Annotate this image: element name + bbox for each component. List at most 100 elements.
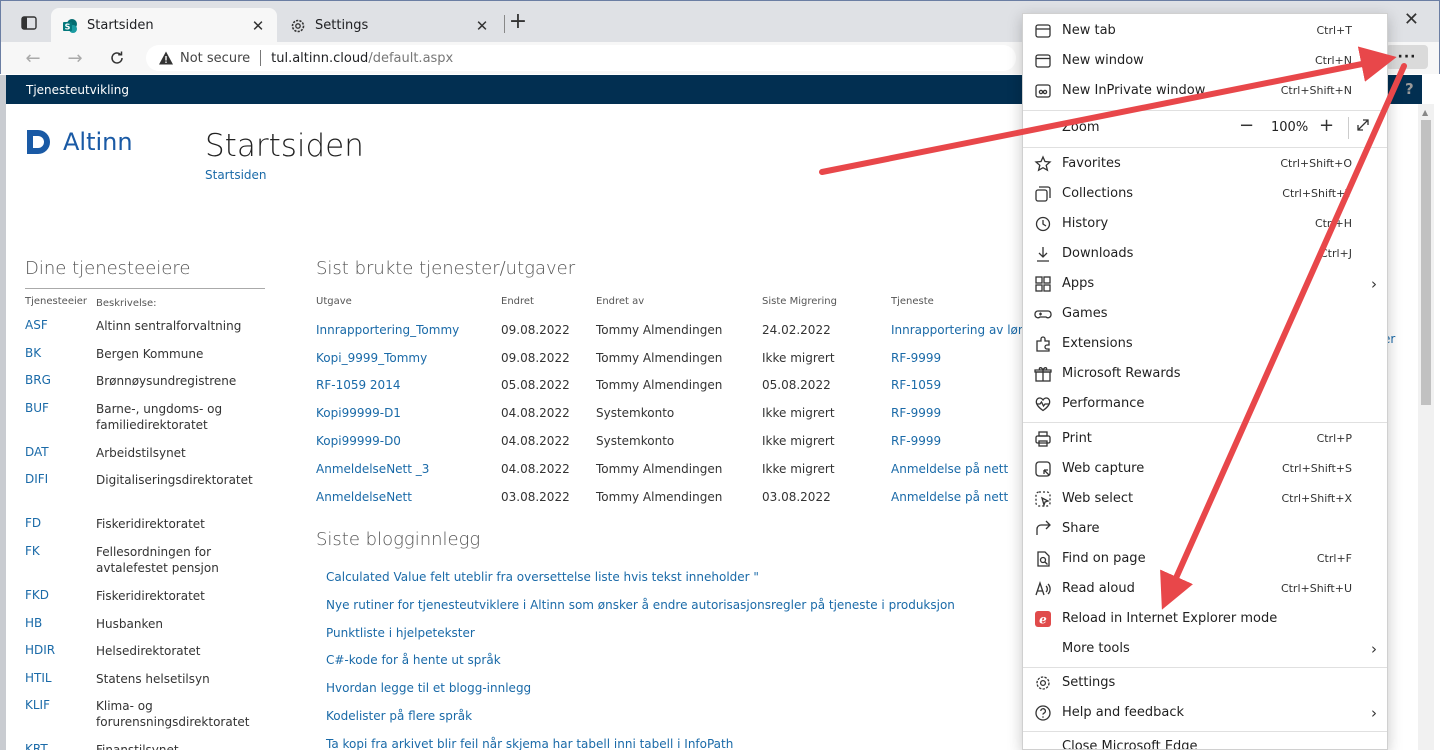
- menu-item-new-inprivate-window[interactable]: New InPrivate window Ctrl+Shift+N: [1023, 76, 1387, 106]
- menu-item-extensions[interactable]: Extensions: [1023, 329, 1387, 359]
- fullscreen-button[interactable]: [1348, 117, 1370, 139]
- menu-item-share[interactable]: Share: [1023, 514, 1387, 544]
- menu-item-web-capture[interactable]: Web capture Ctrl+Shift+S: [1023, 454, 1387, 484]
- topbar-label[interactable]: Tjenesteutvikling: [26, 83, 129, 97]
- zoom-in-button[interactable]: +: [1319, 115, 1334, 136]
- tab-settings[interactable]: Settings ✕: [279, 8, 501, 43]
- owner-code-link[interactable]: BRG: [25, 371, 96, 399]
- svg-text:S: S: [65, 22, 71, 31]
- breadcrumb[interactable]: Startsiden: [205, 168, 267, 182]
- menu-item-label: Print: [1062, 431, 1092, 446]
- owner-code-link[interactable]: FK: [25, 542, 96, 586]
- edition-link[interactable]: Innrapportering_Tommy: [316, 323, 501, 337]
- menu-item-downloads[interactable]: Downloads Ctrl+J: [1023, 239, 1387, 269]
- owner-code-link[interactable]: FKD: [25, 586, 96, 614]
- menu-item-reload-in-internet-explorer-mode[interactable]: e Reload in Internet Explorer mode: [1023, 604, 1387, 634]
- menu-item-history[interactable]: History Ctrl+H: [1023, 209, 1387, 239]
- scrollbar-thumb[interactable]: [1421, 120, 1431, 405]
- menu-shortcut: Ctrl+Shift+X: [1281, 492, 1352, 505]
- menu-item-web-select[interactable]: Web select Ctrl+Shift+X: [1023, 484, 1387, 514]
- help-icon[interactable]: ?: [1405, 80, 1414, 98]
- owner-code-link[interactable]: FD: [25, 514, 96, 542]
- blog-post-link[interactable]: Calculated Value felt uteblir fra overse…: [326, 570, 955, 598]
- url-field[interactable]: Not secure tul.altinn.cloud/default.aspx: [146, 45, 1016, 71]
- menu-item-games[interactable]: Games: [1023, 299, 1387, 329]
- column-header: Endret: [501, 296, 534, 307]
- recent-row: Kopi99999-D1 04.08.2022 Systemkonto Ikke mi…: [316, 399, 1031, 427]
- blog-post-link[interactable]: C#-kode for å hente ut språk: [326, 653, 955, 681]
- tab-startsiden[interactable]: S Startsiden ✕: [51, 8, 277, 43]
- menu-item-more-tools[interactable]: More tools ›: [1023, 634, 1387, 664]
- menu-item-favorites[interactable]: Favorites Ctrl+Shift+O: [1023, 149, 1387, 179]
- recent-row: RF-1059 2014 05.08.2022 Tommy Almendingen 0…: [316, 372, 1031, 400]
- menu-item-settings[interactable]: Settings: [1023, 668, 1387, 698]
- owner-code-link[interactable]: BK: [25, 344, 96, 372]
- close-tab-icon[interactable]: ✕: [473, 17, 491, 35]
- service-link[interactable]: RF-9999: [891, 406, 1031, 420]
- menu-item-help-and-feedback[interactable]: Help and feedback ›: [1023, 698, 1387, 728]
- owner-code-link[interactable]: HDIR: [25, 641, 96, 669]
- owner-code-link[interactable]: DIFI: [25, 470, 96, 514]
- ie-mode-icon: e: [1035, 611, 1051, 627]
- owner-code-link[interactable]: HB: [25, 614, 96, 642]
- owner-code-link[interactable]: DAT: [25, 443, 96, 471]
- menu-separator: [1023, 110, 1387, 111]
- menu-item-label: Microsoft Rewards: [1062, 366, 1181, 381]
- menu-item-read-aloud[interactable]: Read aloud Ctrl+Shift+U: [1023, 574, 1387, 604]
- blog-post-link[interactable]: Ta kopi fra arkivet blir feil når skjema…: [326, 737, 955, 750]
- blog-post-link[interactable]: Nye rutiner for tjenesteutviklere i Alti…: [326, 598, 955, 626]
- owner-code-link[interactable]: BUF: [25, 399, 96, 443]
- menu-item-new-window[interactable]: New window Ctrl+N: [1023, 46, 1387, 76]
- menu-item-print[interactable]: Print Ctrl+P: [1023, 424, 1387, 454]
- service-link[interactable]: RF-9999: [891, 434, 1031, 448]
- chevron-right-icon: ›: [1371, 704, 1377, 722]
- menu-item-label: History: [1062, 216, 1109, 231]
- blog-post-link[interactable]: Hvordan legge til et blogg-innlegg: [326, 681, 955, 709]
- owner-code-link[interactable]: HTIL: [25, 669, 96, 697]
- menu-item-label: New window: [1062, 53, 1144, 68]
- edition-link[interactable]: RF-1059 2014: [316, 378, 501, 392]
- owners-header-row: Tjenesteeier Beskrivelse:: [25, 296, 265, 316]
- edition-link[interactable]: AnmeldelseNett: [316, 490, 501, 504]
- menu-separator: [1023, 422, 1387, 423]
- blog-post-link[interactable]: Kodelister på flere språk: [326, 709, 955, 737]
- altinn-logo[interactable]: Altinn: [25, 128, 133, 156]
- owner-code-link[interactable]: ASF: [25, 316, 96, 344]
- read-aloud-icon: [1035, 580, 1051, 596]
- settings-and-more-button[interactable]: ···: [1386, 45, 1428, 69]
- window-close-icon[interactable]: ✕: [1404, 9, 1419, 30]
- menu-item-apps[interactable]: Apps ›: [1023, 269, 1387, 299]
- zoom-out-button[interactable]: −: [1239, 115, 1254, 136]
- menu-item-microsoft-rewards[interactable]: Microsoft Rewards: [1023, 359, 1387, 389]
- owners-heading: Dine tjenesteeiere: [25, 258, 191, 279]
- tab-actions-button[interactable]: [15, 11, 43, 35]
- menu-item-find-on-page[interactable]: Find on page Ctrl+F: [1023, 544, 1387, 574]
- page-scrollbar[interactable]: ▲: [1418, 104, 1434, 750]
- scroll-up-icon[interactable]: ▲: [1422, 108, 1428, 117]
- service-link[interactable]: Innrapportering av lønn: [891, 323, 1031, 337]
- owner-code-link[interactable]: KRT: [25, 740, 96, 750]
- forward-button[interactable]: →: [61, 46, 89, 70]
- menu-item-collections[interactable]: Collections Ctrl+Shift+Y: [1023, 179, 1387, 209]
- owner-code-link[interactable]: KLIF: [25, 696, 96, 740]
- close-tab-icon[interactable]: ✕: [249, 17, 267, 35]
- menu-item-performance[interactable]: Performance: [1023, 389, 1387, 419]
- service-link[interactable]: Anmeldelse på nett: [891, 462, 1031, 476]
- security-label[interactable]: Not secure: [180, 51, 250, 66]
- service-link[interactable]: RF-1059: [891, 378, 1031, 392]
- menu-shortcut: Ctrl+H: [1314, 217, 1352, 230]
- menu-item-new-tab[interactable]: New tab Ctrl+T: [1023, 16, 1387, 46]
- refresh-button[interactable]: [103, 46, 131, 70]
- changed-date: 04.08.2022: [501, 461, 570, 476]
- service-link[interactable]: RF-9999: [891, 351, 1031, 365]
- blog-post-link[interactable]: Punktliste i hjelpetekster: [326, 626, 955, 654]
- menu-item-close-microsoft-edge[interactable]: Close Microsoft Edge: [1023, 732, 1387, 749]
- edition-link[interactable]: Kopi_9999_Tommy: [316, 351, 501, 365]
- menu-item-label: Zoom: [1062, 120, 1100, 135]
- edition-link[interactable]: AnmeldelseNett _3: [316, 462, 501, 476]
- edition-link[interactable]: Kopi99999-D0: [316, 434, 501, 448]
- new-tab-button[interactable]: +: [507, 11, 529, 35]
- service-link[interactable]: Anmeldelse på nett: [891, 490, 1031, 504]
- back-button[interactable]: ←: [19, 46, 47, 70]
- edition-link[interactable]: Kopi99999-D1: [316, 406, 501, 420]
